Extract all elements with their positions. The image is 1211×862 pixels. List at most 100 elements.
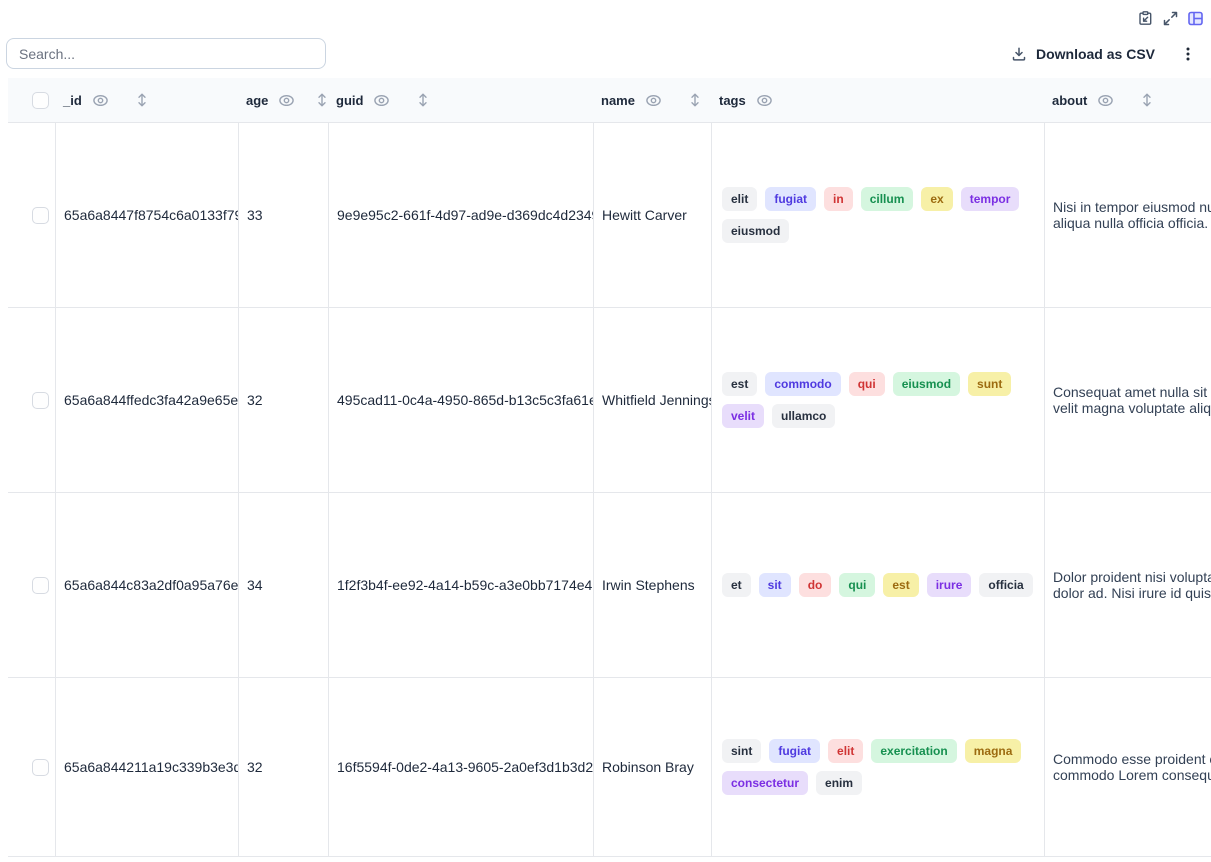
tag-badge: cillum xyxy=(861,187,914,211)
row-checkbox[interactable] xyxy=(32,577,49,594)
sort-icon[interactable] xyxy=(688,92,702,108)
column-label: name xyxy=(601,93,635,108)
cell-guid: 16f5594f-0de2-4a13-9605-2a0ef3d1b3d2 xyxy=(328,678,593,856)
table-row: 65a6a844c83a2df0a95a76ee 34 1f2f3b4f-ee9… xyxy=(8,493,1211,678)
copy-to-clipboard-icon[interactable] xyxy=(1136,9,1154,27)
tag-badge: sit xyxy=(759,573,791,597)
tag-badge: ullamco xyxy=(772,404,835,428)
tag-badge: fugiat xyxy=(765,187,816,211)
tag-badge: do xyxy=(799,573,832,597)
tag-badge: elit xyxy=(722,187,757,211)
eye-icon[interactable] xyxy=(373,92,390,109)
eye-icon[interactable] xyxy=(278,92,295,109)
cell-tags: est commodo qui eiusmod sunt velit ullam… xyxy=(711,308,1044,492)
eye-icon[interactable] xyxy=(756,92,773,109)
tag-badge: sunt xyxy=(968,372,1011,396)
tag-badge: enim xyxy=(816,771,862,795)
table-row: 65a6a844ffedc3fa42a9e65e 32 495cad11-0c4… xyxy=(8,308,1211,493)
column-header-guid: guid xyxy=(328,78,593,122)
cell-about: Consequat amet nulla sit au velit magna … xyxy=(1044,308,1211,492)
tag-badge: in xyxy=(824,187,853,211)
column-header-tags: tags xyxy=(711,78,1044,122)
eye-icon[interactable] xyxy=(1097,92,1114,109)
column-header-name: name xyxy=(593,78,711,122)
search-input[interactable] xyxy=(6,38,326,69)
row-select-cell xyxy=(8,493,55,677)
cell-tags: sint fugiat elit exercitation magna cons… xyxy=(711,678,1044,856)
row-checkbox[interactable] xyxy=(32,207,49,224)
row-select-cell xyxy=(8,123,55,307)
cell-id: 65a6a844211a19c339b3e3d3 xyxy=(55,678,238,856)
table-view-icon[interactable] xyxy=(1186,9,1204,27)
header-select-cell xyxy=(8,78,55,122)
tag-badge: eiusmod xyxy=(722,219,789,243)
cell-age: 32 xyxy=(238,308,328,492)
column-label: guid xyxy=(336,93,363,108)
cell-guid: 495cad11-0c4a-4950-865d-b13c5c3fa61e xyxy=(328,308,593,492)
about-line: dolor ad. Nisi irure id quis e xyxy=(1053,585,1211,601)
tag-badge: sint xyxy=(722,739,761,763)
window-toolbar xyxy=(1136,9,1204,27)
cell-guid: 1f2f3b4f-ee92-4a14-b59c-a3e0bb7174e4 xyxy=(328,493,593,677)
download-icon xyxy=(1011,46,1027,62)
cell-id: 65a6a844c83a2df0a95a76ee xyxy=(55,493,238,677)
column-label: tags xyxy=(719,93,746,108)
toolbar-right: Download as CSV xyxy=(1011,44,1197,64)
about-line: aliqua nulla officia officia. A xyxy=(1053,215,1211,231)
cell-about: Nisi in tempor eiusmod nulla aliqua null… xyxy=(1044,123,1211,307)
tag-badge: ex xyxy=(921,187,952,211)
cell-name: Robinson Bray xyxy=(593,678,711,856)
cell-name: Whitfield Jennings xyxy=(593,308,711,492)
column-label: age xyxy=(246,93,268,108)
about-line: Consequat amet nulla sit au xyxy=(1053,384,1211,400)
cell-age: 33 xyxy=(238,123,328,307)
table-row: 65a6a8447f8754c6a0133f79 33 9e9e95c2-661… xyxy=(8,123,1211,308)
column-label: _id xyxy=(63,93,82,108)
column-label: about xyxy=(1052,93,1087,108)
about-line: Commodo esse proident ex xyxy=(1053,751,1211,767)
tag-badge: tempor xyxy=(961,187,1020,211)
cell-id: 65a6a844ffedc3fa42a9e65e xyxy=(55,308,238,492)
row-checkbox[interactable] xyxy=(32,759,49,776)
cell-tags: et sit do qui est irure officia xyxy=(711,493,1044,677)
cell-age: 34 xyxy=(238,493,328,677)
tag-badge: officia xyxy=(979,573,1032,597)
more-options-icon[interactable] xyxy=(1179,44,1197,64)
cell-name: Irwin Stephens xyxy=(593,493,711,677)
eye-icon[interactable] xyxy=(645,92,662,109)
column-header-age: age xyxy=(238,78,328,122)
cell-tags: elit fugiat in cillum ex tempor eiusmod xyxy=(711,123,1044,307)
toolbar: Download as CSV xyxy=(6,38,1197,69)
column-header-id: _id xyxy=(55,78,238,122)
tag-badge: elit xyxy=(828,739,863,763)
sort-icon[interactable] xyxy=(416,92,430,108)
cell-age: 32 xyxy=(238,678,328,856)
sort-icon[interactable] xyxy=(1140,92,1154,108)
about-line: Dolor proident nisi voluptat xyxy=(1053,569,1211,585)
cell-id: 65a6a8447f8754c6a0133f79 xyxy=(55,123,238,307)
cell-name: Hewitt Carver xyxy=(593,123,711,307)
cell-about: Commodo esse proident ex commodo Lorem c… xyxy=(1044,678,1211,856)
about-line: commodo Lorem consequa xyxy=(1053,767,1211,783)
data-table: _id age guid name tags a xyxy=(8,78,1211,857)
row-checkbox[interactable] xyxy=(32,392,49,409)
tag-badge: fugiat xyxy=(769,739,820,763)
tag-badge: velit xyxy=(722,404,764,428)
select-all-checkbox[interactable] xyxy=(32,92,49,109)
row-select-cell xyxy=(8,678,55,856)
tag-badge: commodo xyxy=(765,372,840,396)
tag-badge: qui xyxy=(839,573,875,597)
expand-icon[interactable] xyxy=(1161,9,1179,27)
eye-icon[interactable] xyxy=(92,92,109,109)
tag-badge: est xyxy=(722,372,757,396)
download-csv-button[interactable]: Download as CSV xyxy=(1011,46,1155,62)
tag-badge: est xyxy=(883,573,918,597)
table-row: 65a6a844211a19c339b3e3d3 32 16f5594f-0de… xyxy=(8,678,1211,857)
tag-badge: irure xyxy=(927,573,972,597)
tag-badge: qui xyxy=(849,372,885,396)
tag-badge: et xyxy=(722,573,751,597)
cell-guid: 9e9e95c2-661f-4d97-ad9e-d369dc4d2349 xyxy=(328,123,593,307)
column-header-about: about xyxy=(1044,78,1211,122)
tag-badge: magna xyxy=(965,739,1022,763)
sort-icon[interactable] xyxy=(135,92,149,108)
